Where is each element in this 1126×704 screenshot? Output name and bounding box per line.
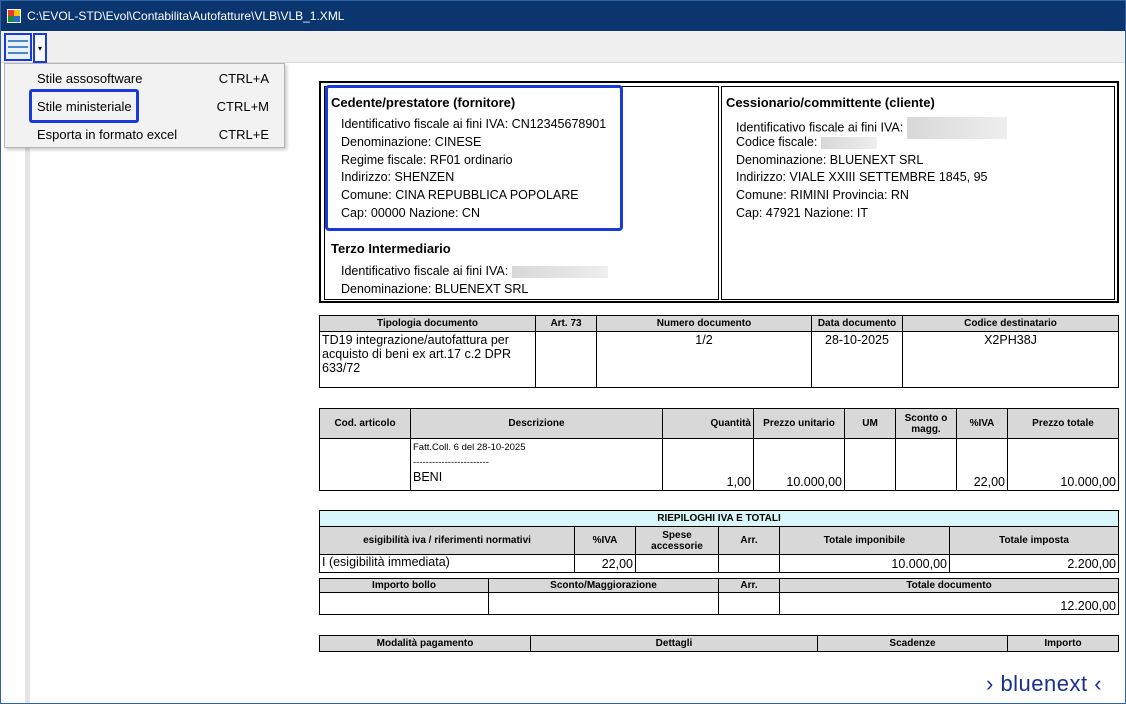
style-menu: Stile assosoftware CTRL+A Stile minister… <box>4 63 285 148</box>
col-header: Importo <box>1007 635 1119 652</box>
col-header: Arr. <box>718 578 780 593</box>
col-header: Quantità <box>662 408 754 439</box>
col-header: Tipologia documento <box>319 315 536 332</box>
col-header: Prezzo unitario <box>753 408 845 439</box>
item-discount-cell <box>895 438 957 491</box>
cessionario-line: Indirizzo: VIALE XXIII SETTEMBRE 1845, 9… <box>736 170 988 184</box>
summary-table-2: Importo bollo Sconto/Maggiorazione Arr. … <box>319 578 1119 615</box>
cessionario-line: Denominazione: BLUENEXT SRL <box>736 153 924 167</box>
app-window: C:\EVOL-STD\Evol\Contabilita\Autofatture… <box>0 0 1126 704</box>
col-header: Totale imponibile <box>779 526 950 555</box>
menu-item-shortcut: CTRL+A <box>218 70 269 86</box>
doc-recipient-code-cell: X2PH38J <box>902 331 1119 388</box>
item-desc-text: BENI <box>413 470 443 484</box>
summary-imponibile-cell: 10.000,00 <box>779 554 950 573</box>
item-um-cell <box>844 438 896 491</box>
col-header: Art. 73 <box>535 315 597 332</box>
doc-number-cell: 1/2 <box>596 331 812 388</box>
col-header: Sconto/Maggiorazione <box>488 578 719 593</box>
col-header: Numero documento <box>596 315 812 332</box>
selection-highlight <box>29 89 139 123</box>
col-header: UM <box>844 408 896 439</box>
item-code-cell <box>319 438 411 491</box>
toolbar: ▾ <box>1 31 1125 63</box>
window-title: C:\EVOL-STD\Evol\Contabilita\Autofatture… <box>27 9 345 23</box>
menu-item-shortcut: CTRL+M <box>216 98 269 114</box>
col-header: Importo bollo <box>319 578 489 593</box>
cedente-line: Cap: 00000 Nazione: CN <box>341 206 480 220</box>
col-header: Cod. articolo <box>319 408 411 439</box>
col-header: Modalità pagamento <box>319 635 531 652</box>
chevron-down-icon[interactable]: ▾ <box>33 33 47 63</box>
item-total-cell: 10.000,00 <box>1007 438 1119 491</box>
col-header: Totale documento <box>779 578 1119 593</box>
document-table: Tipologia documento Art. 73 Numero docum… <box>319 315 1119 388</box>
items-table: Cod. articolo Descrizione Quantità Prezz… <box>319 408 1119 491</box>
item-desc-separator: ------------------------ <box>413 457 489 468</box>
cedente-header: Cedente/prestatore (fornitore) <box>331 95 516 110</box>
terzo-line: Identificativo fiscale ai fini IVA: <box>341 264 608 278</box>
col-header: Spese accessorie <box>635 526 719 555</box>
cessionario-line: Comune: RIMINI Provincia: RN <box>736 188 909 202</box>
terzo-line: Denominazione: BLUENEXT SRL <box>341 282 529 296</box>
summary-arr-cell <box>718 554 780 573</box>
payment-table: Modalità pagamento Dettagli Scadenze Imp… <box>319 635 1119 652</box>
left-panel-divider <box>25 63 30 703</box>
redacted-field <box>511 265 608 278</box>
menu-item-label: Esporta in formato excel <box>37 126 178 142</box>
col-header: esigibilità iva / riferimenti normativi <box>319 526 575 555</box>
item-desc-note: Fatt.Coll. 6 del 28-10-2025 <box>413 442 526 453</box>
col-header: Totale imposta <box>949 526 1119 555</box>
redacted-field <box>906 117 1007 139</box>
cedente-panel: Cedente/prestatore (fornitore) Identific… <box>324 85 719 300</box>
cessionario-line: Cap: 47921 Nazione: IT <box>736 206 869 220</box>
menu-item-label: Stile assosoftware <box>37 70 143 86</box>
col-header: Codice destinatario <box>902 315 1119 332</box>
col-header: %IVA <box>574 526 636 555</box>
item-iva-cell: 22,00 <box>956 438 1008 491</box>
menu-item-esporta-excel[interactable]: Esporta in formato excel CTRL+E <box>33 123 273 145</box>
bluenext-logo: › bluenext ‹ <box>986 671 1103 696</box>
summary-arr2-cell <box>718 592 780 615</box>
col-header: Data documento <box>811 315 903 332</box>
summary-total-doc-cell: 12.200,00 <box>779 592 1119 615</box>
summary-iva-cell: 22,00 <box>574 554 636 573</box>
cessionario-panel: Cessionario/committente (cliente) Identi… <box>721 86 1115 300</box>
summary-table: RIEPILOGHI IVA E TOTALI esigibilità iva … <box>319 510 1119 573</box>
cedente-line: Regime fiscale: RF01 ordinario <box>341 153 513 167</box>
summary-title: RIEPILOGHI IVA E TOTALI <box>319 510 1119 527</box>
cedente-line: Comune: CINA REPUBBLICA POPOLARE <box>341 188 579 202</box>
app-icon <box>7 9 21 23</box>
summary-imposta-cell: 2.200,00 <box>949 554 1119 573</box>
redacted-field <box>820 136 877 149</box>
cedente-line: Indirizzo: SHENZEN <box>341 170 455 184</box>
summary-sconto-cell <box>488 592 719 615</box>
cessionario-header: Cessionario/committente (cliente) <box>726 95 935 110</box>
hamburger-icon[interactable] <box>4 33 32 61</box>
terzo-header: Terzo Intermediario <box>331 241 451 256</box>
cedente-line: Identificativo fiscale ai fini IVA: CN12… <box>341 117 607 131</box>
doc-art73-cell <box>535 331 597 388</box>
col-header: Descrizione <box>410 408 663 439</box>
col-header: Sconto o magg. <box>895 408 957 439</box>
item-desc-cell: Fatt.Coll. 6 del 28-10-2025 ------------… <box>410 438 663 491</box>
menu-item-stile-assosoftware[interactable]: Stile assosoftware CTRL+A <box>33 67 273 89</box>
parties-box: Cedente/prestatore (fornitore) Identific… <box>319 81 1119 303</box>
item-unit-price-cell: 10.000,00 <box>753 438 845 491</box>
doc-date-cell: 28-10-2025 <box>811 331 903 388</box>
item-qty-cell: 1,00 <box>662 438 754 491</box>
menu-item-shortcut: CTRL+E <box>218 126 269 142</box>
col-header: Scadenze <box>817 635 1008 652</box>
col-header: Dettagli <box>530 635 818 652</box>
col-header: %IVA <box>956 408 1008 439</box>
doc-type-cell: TD19 integrazione/autofattura per acquis… <box>319 331 536 388</box>
col-header: Arr. <box>718 526 780 555</box>
title-bar: C:\EVOL-STD\Evol\Contabilita\Autofatture… <box>1 1 1125 31</box>
col-header: Prezzo totale <box>1007 408 1119 439</box>
summary-bollo-cell <box>319 592 489 615</box>
cedente-line: Denominazione: CINESE <box>341 135 482 149</box>
summary-spese-cell <box>635 554 719 573</box>
cessionario-line: Codice fiscale: <box>736 135 877 149</box>
summary-esigibilita-cell: I (esigibilità immediata) <box>319 554 575 573</box>
